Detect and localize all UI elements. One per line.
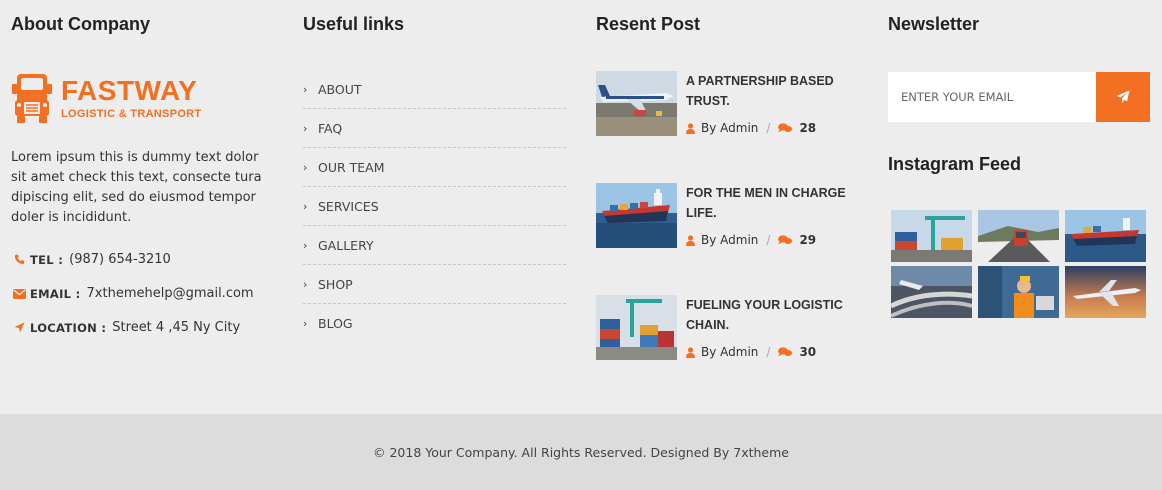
comment-count: 29 bbox=[799, 233, 817, 247]
link-gallery[interactable]: › GALLERY bbox=[303, 226, 566, 265]
chevron-right-icon: › bbox=[303, 199, 308, 213]
contact-value[interactable]: (987) 654-3210 bbox=[69, 252, 171, 267]
useful-links-list: › ABOUT › FAQ › OUR TEAM › SERVICES › GALLERY… bbox=[303, 70, 566, 343]
truck-logo-icon bbox=[12, 74, 52, 123]
link-faq[interactable]: › FAQ bbox=[303, 109, 566, 148]
contact-value: Street 4 ,45 Ny City bbox=[112, 320, 241, 335]
instagram-image-airplane-sky[interactable] bbox=[1065, 266, 1146, 318]
link-label: BLOG bbox=[318, 316, 353, 331]
link-label: GALLERY bbox=[318, 237, 374, 253]
chevron-right-icon: › bbox=[303, 238, 308, 252]
post-meta: By Admin / 28 bbox=[686, 121, 816, 135]
newsletter-form bbox=[888, 72, 1150, 122]
phone-icon bbox=[11, 254, 27, 265]
logo-tagline: LOGISTIC & TRANSPORT bbox=[61, 108, 202, 120]
meta-separator: / bbox=[766, 121, 771, 135]
paper-plane-icon bbox=[1116, 90, 1130, 103]
contact-label: TEL : bbox=[30, 252, 64, 267]
contact-email: EMAIL : 7xthemehelp@gmail.com bbox=[11, 286, 254, 301]
comments-icon bbox=[778, 123, 793, 133]
comments-icon bbox=[778, 347, 793, 357]
copyright-text: © 2018 Your Company. All Rights Reserved… bbox=[373, 444, 789, 460]
user-icon bbox=[686, 346, 695, 358]
meta-separator: / bbox=[766, 345, 771, 359]
footer-top: About Company FASTWAY LOGISTIC & TRANSPO… bbox=[0, 0, 1162, 414]
post-thumbnail-containers[interactable] bbox=[596, 295, 677, 360]
footer-bottom-bar: © 2018 Your Company. All Rights Reserved… bbox=[0, 414, 1162, 490]
link-about[interactable]: › ABOUT bbox=[303, 70, 566, 109]
instagram-image-truck-road[interactable] bbox=[978, 210, 1059, 262]
chevron-right-icon: › bbox=[303, 82, 308, 96]
useful-links-heading: Useful links bbox=[303, 14, 405, 34]
link-services[interactable]: › SERVICES bbox=[303, 187, 566, 226]
instagram-image-highway[interactable] bbox=[891, 266, 972, 318]
newsletter-heading: Newsletter bbox=[888, 14, 980, 34]
link-label: OUR TEAM bbox=[318, 159, 385, 175]
post-thumbnail-ship[interactable] bbox=[596, 183, 677, 248]
post-meta: By Admin / 30 bbox=[686, 345, 816, 359]
link-blog[interactable]: › BLOG bbox=[303, 304, 566, 343]
contact-value[interactable]: 7xthemehelp@gmail.com bbox=[87, 286, 254, 301]
logo-name: FASTWAY bbox=[61, 75, 198, 106]
recent-posts-heading: Resent Post bbox=[596, 14, 701, 34]
link-label: SERVICES bbox=[318, 198, 379, 214]
post-title[interactable]: FUELING YOUR LOGISTIC CHAIN. bbox=[686, 295, 856, 335]
company-logo[interactable]: FASTWAY LOGISTIC & TRANSPORT bbox=[11, 72, 201, 124]
envelope-icon bbox=[11, 288, 27, 299]
post-title[interactable]: A PARTNERSHIP BASED TRUST. bbox=[686, 71, 856, 111]
contact-label: LOCATION : bbox=[30, 320, 107, 335]
post-title[interactable]: FOR THE MEN IN CHARGE LIFE. bbox=[686, 183, 856, 223]
newsletter-section: Newsletter Instagram Feed bbox=[888, 14, 1150, 318]
instagram-image-crane[interactable] bbox=[891, 210, 972, 262]
contact-phone: TEL : (987) 654-3210 bbox=[11, 252, 171, 267]
post-author[interactable]: By Admin bbox=[701, 345, 758, 359]
post-thumbnail-airplane[interactable] bbox=[596, 71, 677, 136]
comment-count: 30 bbox=[799, 345, 817, 359]
instagram-image-cargo-ship[interactable] bbox=[1065, 210, 1146, 262]
instagram-feed-grid bbox=[891, 210, 1147, 318]
instagram-feed-heading: Instagram Feed bbox=[888, 154, 1022, 174]
contact-label: EMAIL : bbox=[30, 286, 81, 301]
link-label: FAQ bbox=[318, 120, 343, 136]
link-label: SHOP bbox=[318, 276, 353, 292]
link-shop[interactable]: › SHOP bbox=[303, 265, 566, 304]
post-author[interactable]: By Admin bbox=[701, 233, 758, 247]
contact-location: LOCATION : Street 4 ,45 Ny City bbox=[11, 320, 240, 335]
meta-separator: / bbox=[766, 233, 771, 247]
user-icon bbox=[686, 234, 695, 246]
user-icon bbox=[686, 122, 695, 134]
link-our-team[interactable]: › OUR TEAM bbox=[303, 148, 566, 187]
instagram-image-warehouse-worker[interactable] bbox=[978, 266, 1059, 318]
chevron-right-icon: › bbox=[303, 277, 308, 291]
link-label: ABOUT bbox=[318, 81, 362, 97]
about-description: Lorem ipsum this is dummy text dolor sit… bbox=[11, 150, 262, 225]
post-meta: By Admin / 29 bbox=[686, 233, 816, 247]
about-company-heading: About Company bbox=[11, 14, 150, 34]
chevron-right-icon: › bbox=[303, 160, 308, 174]
about-company-section: About Company FASTWAY LOGISTIC & TRANSPO… bbox=[11, 14, 273, 335]
chevron-right-icon: › bbox=[303, 121, 308, 135]
useful-links-section: Useful links › ABOUT › FAQ › OUR TEAM › SERV… bbox=[303, 14, 566, 331]
recent-posts-section: Resent Post A PARTNERSHIP BASED TRUST. B… bbox=[596, 14, 858, 360]
newsletter-email-input[interactable] bbox=[888, 72, 1096, 122]
post-author[interactable]: By Admin bbox=[701, 121, 758, 135]
newsletter-submit-button[interactable] bbox=[1096, 72, 1150, 122]
comment-count: 28 bbox=[799, 121, 817, 135]
comments-icon bbox=[778, 235, 793, 245]
chevron-right-icon: › bbox=[303, 317, 308, 330]
location-arrow-icon bbox=[11, 322, 27, 333]
